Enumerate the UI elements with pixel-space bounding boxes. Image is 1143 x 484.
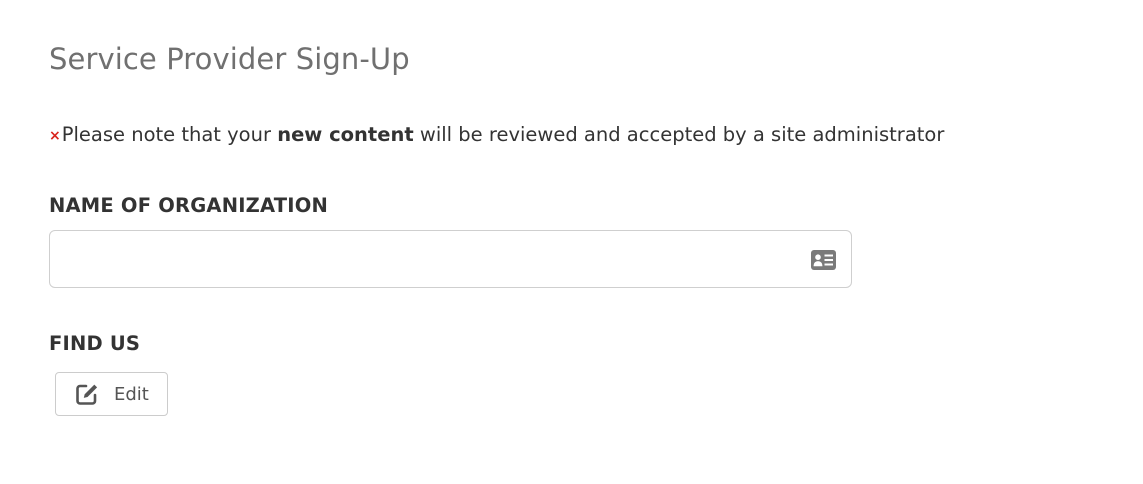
notice-text-before: Please note that your xyxy=(61,123,278,146)
find-us-label: FIND US xyxy=(49,332,141,355)
notice-text-bold: new content xyxy=(277,123,414,146)
required-mark-icon: × xyxy=(49,128,61,144)
page-title: Service Provider Sign-Up xyxy=(49,42,410,76)
organization-name-label: NAME OF ORGANIZATION xyxy=(49,194,329,217)
notice-text-after: will be reviewed and accepted by a site … xyxy=(413,123,945,146)
moderation-notice: × Please note that your new content will … xyxy=(49,123,944,146)
edit-icon xyxy=(76,384,98,405)
organization-name-field xyxy=(49,230,852,288)
organization-name-input[interactable] xyxy=(50,231,790,287)
id-card-icon xyxy=(811,250,836,270)
find-us-edit-button[interactable]: Edit xyxy=(55,372,168,416)
edit-button-label: Edit xyxy=(114,383,149,405)
